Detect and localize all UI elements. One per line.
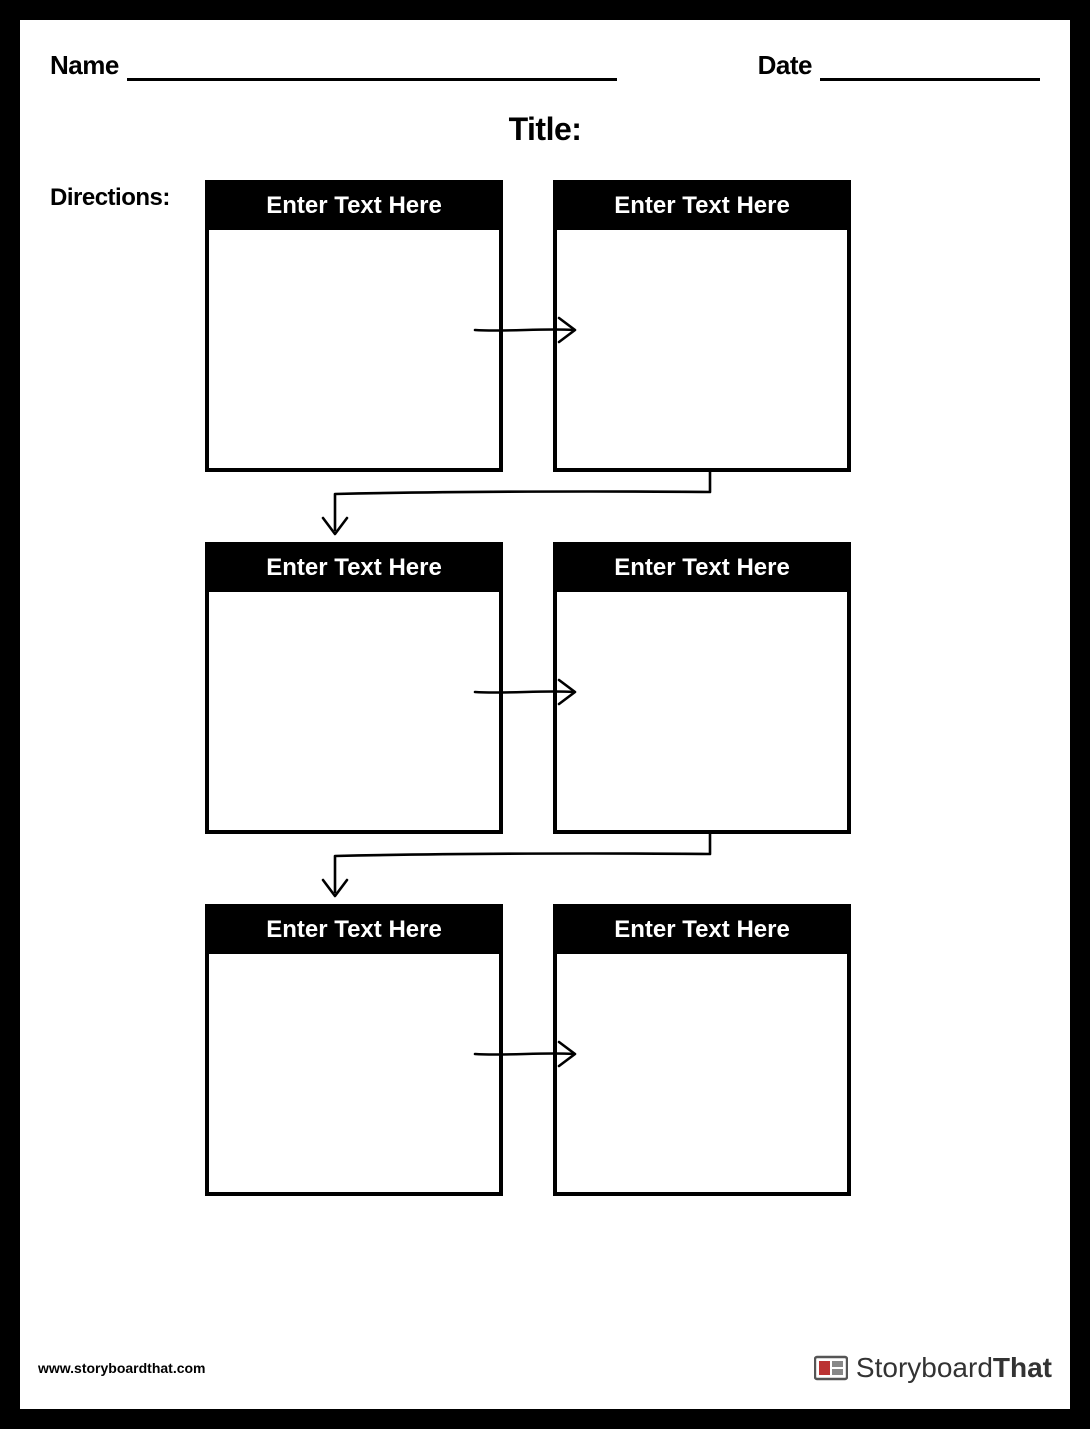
flow-cell-body xyxy=(209,230,499,468)
flow-cell-header: Enter Text Here xyxy=(557,908,847,954)
flow-cell-2[interactable]: Enter Text Here xyxy=(553,180,851,472)
flow-chart-area: Enter Text Here Enter Text Here Enter Te… xyxy=(185,180,1040,1230)
flow-cell-6[interactable]: Enter Text Here xyxy=(553,904,851,1196)
flow-cell-body xyxy=(209,954,499,1192)
flow-cell-3[interactable]: Enter Text Here xyxy=(205,542,503,834)
arrow-down-left-icon xyxy=(315,832,715,912)
flow-cell-body xyxy=(209,592,499,830)
flow-cell-header: Enter Text Here xyxy=(209,546,499,592)
flow-cell-body xyxy=(557,230,847,468)
worksheet-outer: Name Date Title: Directions: Enter Text … xyxy=(0,0,1090,1429)
date-field-group: Date xyxy=(758,50,1040,81)
title-label: Title: xyxy=(509,111,582,147)
brand-text-part1: Storyboard xyxy=(856,1352,993,1383)
arrow-down-left-icon xyxy=(315,470,715,550)
storyboard-logo-icon xyxy=(814,1354,848,1382)
flow-cell-4[interactable]: Enter Text Here xyxy=(553,542,851,834)
flow-cell-5[interactable]: Enter Text Here xyxy=(205,904,503,1196)
date-label: Date xyxy=(758,50,812,81)
flow-cell-header: Enter Text Here xyxy=(557,184,847,230)
worksheet-page: Name Date Title: Directions: Enter Text … xyxy=(20,20,1070,1327)
flow-cell-body xyxy=(557,592,847,830)
footer-url: www.storyboardthat.com xyxy=(38,1360,206,1376)
title-row: Title: xyxy=(50,111,1040,148)
footer-bar: www.storyboardthat.com StoryboardThat xyxy=(20,1327,1070,1409)
brand-text: StoryboardThat xyxy=(856,1352,1052,1384)
flow-cell-1[interactable]: Enter Text Here xyxy=(205,180,503,472)
brand-logo: StoryboardThat xyxy=(814,1352,1052,1384)
directions-label: Directions: xyxy=(50,180,185,1230)
content-row: Directions: Enter Text Here Enter Text H… xyxy=(50,180,1040,1230)
brand-text-part2: That xyxy=(993,1352,1052,1383)
flow-cell-header: Enter Text Here xyxy=(209,908,499,954)
date-input-line[interactable] xyxy=(820,55,1040,81)
name-label: Name xyxy=(50,50,119,81)
name-field-group: Name xyxy=(50,50,617,81)
flow-cell-header: Enter Text Here xyxy=(209,184,499,230)
name-input-line[interactable] xyxy=(127,55,617,81)
flow-cell-header: Enter Text Here xyxy=(557,546,847,592)
header-row: Name Date xyxy=(50,50,1040,81)
flow-cell-body xyxy=(557,954,847,1192)
